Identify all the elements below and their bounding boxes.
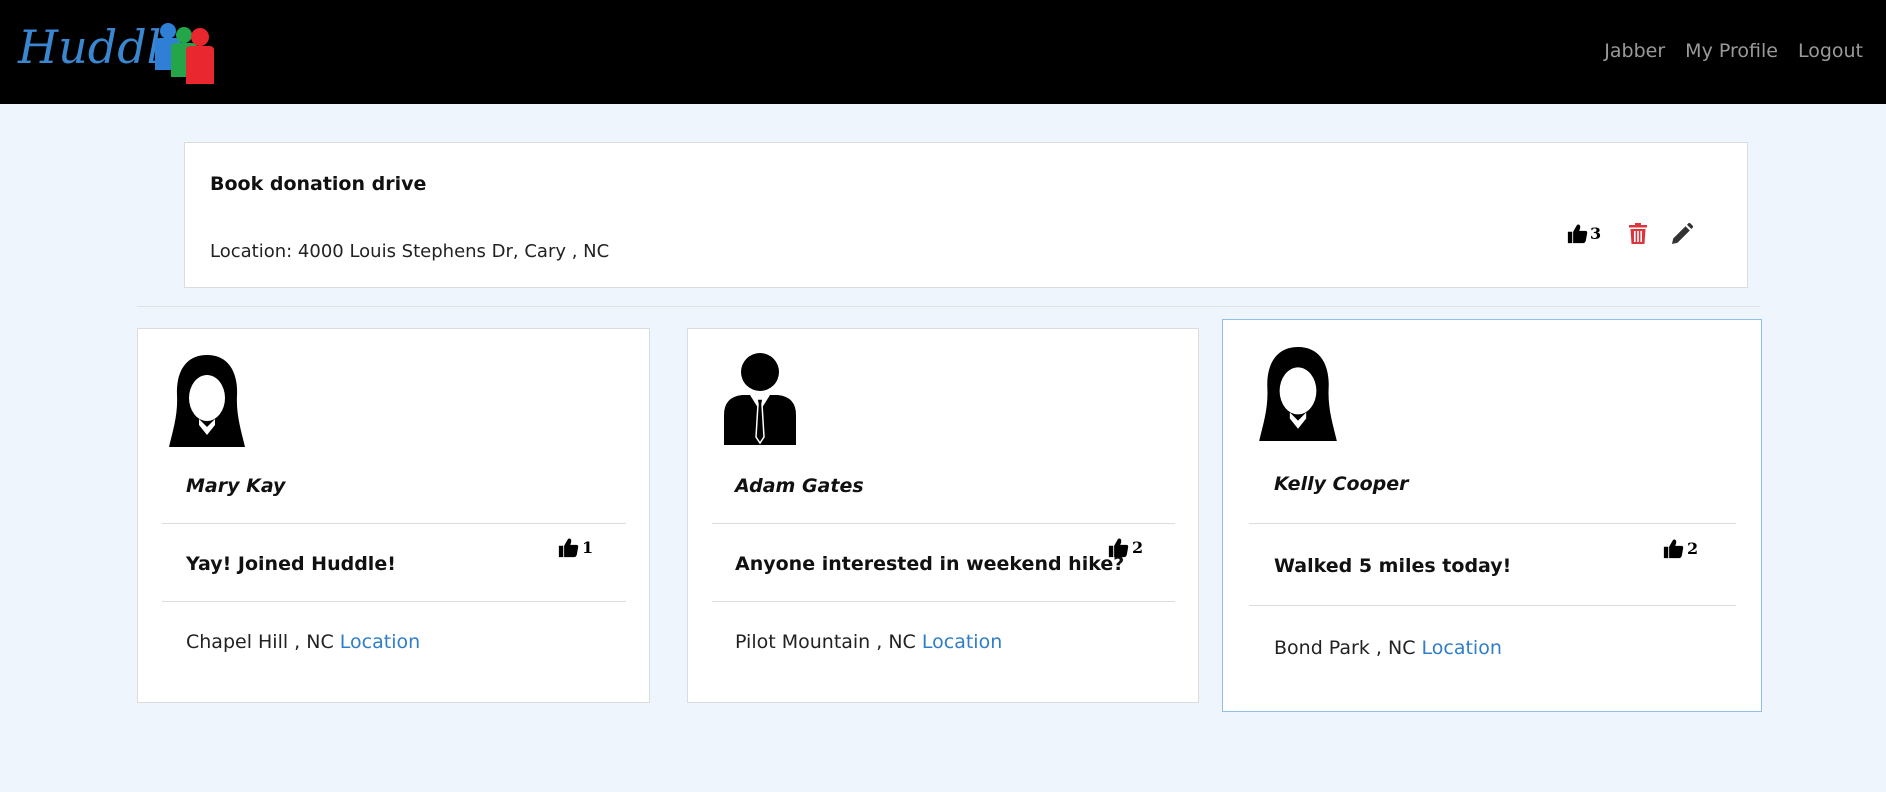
status-text: Anyone interested in weekend hike? xyxy=(735,553,1125,575)
delete-button[interactable] xyxy=(1629,223,1648,244)
card-divider xyxy=(162,523,626,524)
female-avatar-icon xyxy=(169,355,245,447)
post-actions: 3 xyxy=(1567,223,1694,244)
post-like-count: 3 xyxy=(1590,224,1602,243)
location-link[interactable]: Location xyxy=(1422,637,1502,659)
user-name: Adam Gates xyxy=(735,475,864,497)
status-text: Walked 5 miles today! xyxy=(1274,555,1512,577)
like-count: 2 xyxy=(1687,539,1699,558)
post-like-button[interactable]: 3 xyxy=(1567,223,1601,244)
thumbs-up-icon xyxy=(1567,224,1588,244)
post-title: Book donation drive xyxy=(210,173,427,195)
thumbs-up-icon xyxy=(1108,538,1129,558)
pencil-icon xyxy=(1672,223,1694,244)
people-logo-icon xyxy=(155,23,214,84)
post-location: Location: 4000 Louis Stephens Dr, Cary ,… xyxy=(210,241,610,262)
like-count: 2 xyxy=(1132,538,1144,557)
nav-link-jabber[interactable]: Jabber xyxy=(1604,40,1665,62)
like-button[interactable]: 2 xyxy=(1108,537,1143,558)
trash-icon xyxy=(1629,223,1648,244)
like-button[interactable]: 2 xyxy=(1663,538,1698,559)
female-avatar-icon xyxy=(1259,347,1337,441)
card-divider xyxy=(1249,523,1736,524)
edit-button[interactable] xyxy=(1672,223,1694,244)
section-divider xyxy=(137,306,1760,307)
user-name: Mary Kay xyxy=(186,475,286,497)
card-divider xyxy=(1249,605,1736,606)
male-avatar-icon xyxy=(724,353,796,445)
thumbs-up-icon xyxy=(1663,539,1684,559)
navbar: Huddle Jabber My Profile Logout xyxy=(0,0,1886,104)
place-text: Bond Park , NC xyxy=(1274,637,1416,659)
place-text: Pilot Mountain , NC xyxy=(735,631,916,653)
card-divider xyxy=(712,523,1175,524)
card-divider xyxy=(712,601,1175,602)
like-button[interactable]: 1 xyxy=(558,537,593,558)
like-count: 1 xyxy=(582,538,594,557)
place: Bond Park , NC Location xyxy=(1274,637,1502,659)
thumbs-up-icon xyxy=(558,538,579,558)
location-link[interactable]: Location xyxy=(340,631,420,653)
card-divider xyxy=(162,601,626,602)
location-link[interactable]: Location xyxy=(922,631,1002,653)
status-text: Yay! Joined Huddle! xyxy=(186,553,396,575)
brand-logo[interactable]: Huddle xyxy=(18,16,228,86)
user-card-kelly-cooper: Kelly Cooper Walked 5 miles today! 2 Bon… xyxy=(1222,319,1762,712)
user-card-adam-gates: Adam Gates Anyone interested in weekend … xyxy=(687,328,1199,703)
nav-link-my-profile[interactable]: My Profile xyxy=(1685,40,1778,62)
place: Chapel Hill , NC Location xyxy=(186,631,420,653)
nav-links: Jabber My Profile Logout xyxy=(1604,40,1863,62)
place-text: Chapel Hill , NC xyxy=(186,631,334,653)
user-card-mary-kay: Mary Kay Yay! Joined Huddle! 1 Chapel Hi… xyxy=(137,328,650,703)
place: Pilot Mountain , NC Location xyxy=(735,631,1002,653)
post-card: Book donation drive Location: 4000 Louis… xyxy=(184,142,1748,288)
nav-link-logout[interactable]: Logout xyxy=(1798,40,1863,62)
user-name: Kelly Cooper xyxy=(1274,473,1409,495)
